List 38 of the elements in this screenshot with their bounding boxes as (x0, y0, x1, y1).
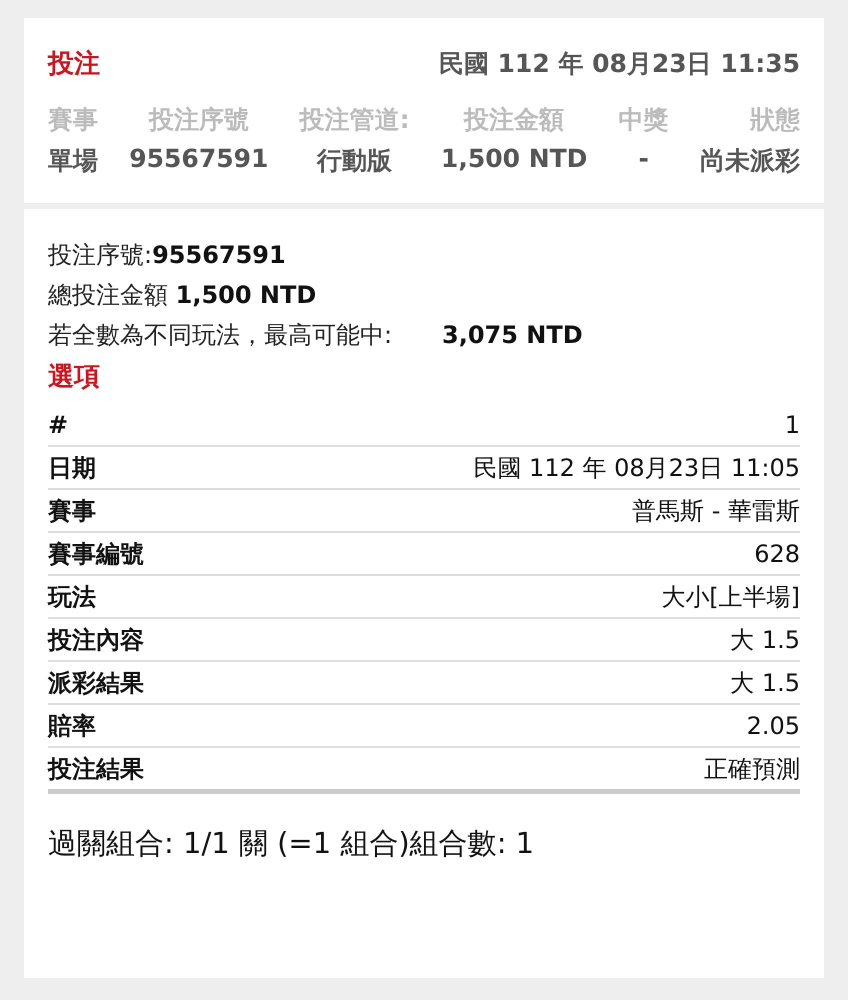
detail-line: 投注序號:95567591 (48, 240, 287, 271)
row-value: 正確預測 (704, 754, 800, 784)
row-value: 2.05 (746, 712, 800, 740)
combination-summary: 過關組合: 1/1 關 (=1 組合)組合數: 1 (48, 825, 536, 862)
table-cell-text: 95567591 (129, 144, 268, 175)
row-label: 賽事 (48, 496, 96, 526)
max-win-value: 3,075 NTD (442, 320, 583, 351)
row-label: 投注內容 (48, 624, 144, 656)
bet-datetime: 民國 112 年 08月23日 11:35 (438, 48, 800, 80)
row-label: 派彩結果 (48, 668, 144, 698)
column-header: 中獎 (618, 104, 669, 136)
table-cell-text: 單場 (48, 145, 98, 177)
row-value: 大 1.5 (730, 668, 800, 698)
row-value: 1 (784, 410, 800, 438)
row-label: 投注結果 (48, 754, 144, 784)
row-label: 賠率 (48, 710, 96, 742)
options-title: 選項 (48, 361, 101, 394)
row-value: 普馬斯 - 華雷斯 (632, 496, 800, 526)
row-value: 628 (754, 540, 800, 568)
row-value: 大小[上半場] (661, 582, 800, 612)
row-label: 日期 (48, 452, 96, 484)
row-label: # (48, 410, 68, 438)
row-label: 賽事編號 (48, 538, 144, 570)
bet-title: 投注 (48, 48, 100, 81)
max-win-label: 若全數為不同玩法，最高可能中: (48, 320, 394, 351)
column-header: 賽事 (48, 104, 98, 136)
row-value: 民國 112 年 08月23日 11:05 (473, 452, 800, 484)
column-header: 投注管道: (300, 104, 410, 136)
table-cell-text: - (637, 144, 650, 175)
row-value: 大 1.5 (730, 624, 800, 656)
detail-line: 總投注金額 1,500 NTD (48, 280, 318, 311)
column-header: 投注金額 (462, 104, 566, 136)
column-header: 狀態 (748, 104, 800, 136)
table-cell-text: 行動版 (315, 145, 394, 177)
table-cell-text: 1,500 NTD (440, 144, 588, 175)
row-label: 玩法 (48, 582, 96, 612)
table-cell-text: 尚未派彩 (700, 145, 800, 177)
column-header: 投注序號 (147, 104, 250, 136)
